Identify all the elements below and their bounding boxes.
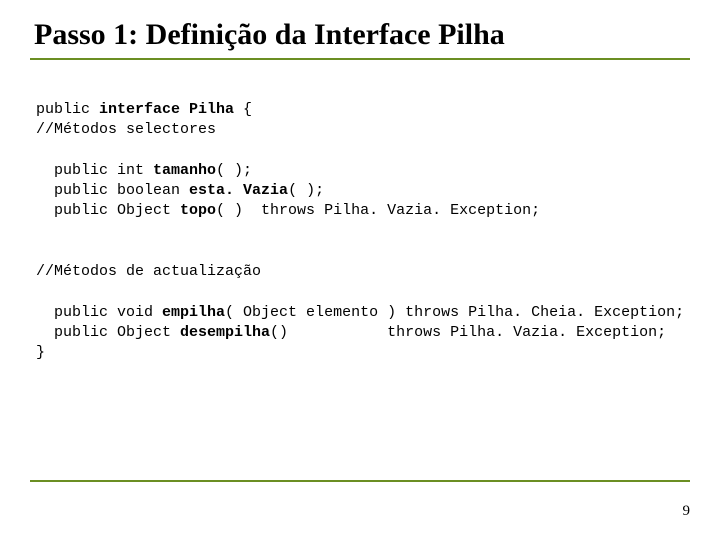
code-line-8: public Object desempilha() throws Pilha.…: [36, 324, 666, 341]
method-topo: topo: [180, 202, 216, 219]
method-empilha: empilha: [162, 304, 225, 321]
code-line-5: public Object topo( ) throws Pilha. Vazi…: [36, 202, 540, 219]
sig-prefix: public Object: [36, 324, 180, 341]
brace-open: {: [243, 101, 252, 118]
kw-interface: interface Pilha: [99, 101, 243, 118]
code-block: public interface Pilha { //Métodos selec…: [36, 100, 690, 363]
method-desempilha: desempilha: [180, 324, 270, 341]
sig-suffix: ( Object elemento ) throws Pilha. Cheia.…: [225, 304, 684, 321]
code-line-6: //Métodos de actualização: [36, 263, 261, 280]
bottom-rule: [30, 480, 690, 482]
method-estavazia: esta. Vazia: [189, 182, 288, 199]
code-line-1: public interface Pilha {: [36, 101, 252, 118]
sig-suffix: ( );: [288, 182, 324, 199]
sig-suffix: ( );: [216, 162, 252, 179]
code-line-4: public boolean esta. Vazia( );: [36, 182, 324, 199]
slide-title: Passo 1: Definição da Interface Pilha: [30, 18, 690, 52]
kw-public: public: [36, 101, 99, 118]
method-tamanho: tamanho: [153, 162, 216, 179]
title-underline: [30, 58, 690, 60]
page-number: 9: [683, 503, 691, 520]
sig-prefix: public int: [36, 162, 153, 179]
code-line-2: //Métodos selectores: [36, 121, 216, 138]
code-line-3: public int tamanho( );: [36, 162, 252, 179]
code-line-7: public void empilha( Object elemento ) t…: [36, 304, 684, 321]
sig-prefix: public void: [36, 304, 162, 321]
code-line-9: }: [36, 344, 45, 361]
sig-prefix: public Object: [36, 202, 180, 219]
slide: Passo 1: Definição da Interface Pilha pu…: [0, 0, 720, 540]
sig-suffix: ( ) throws Pilha. Vazia. Exception;: [216, 202, 540, 219]
sig-suffix: () throws Pilha. Vazia. Exception;: [270, 324, 666, 341]
sig-prefix: public boolean: [36, 182, 189, 199]
